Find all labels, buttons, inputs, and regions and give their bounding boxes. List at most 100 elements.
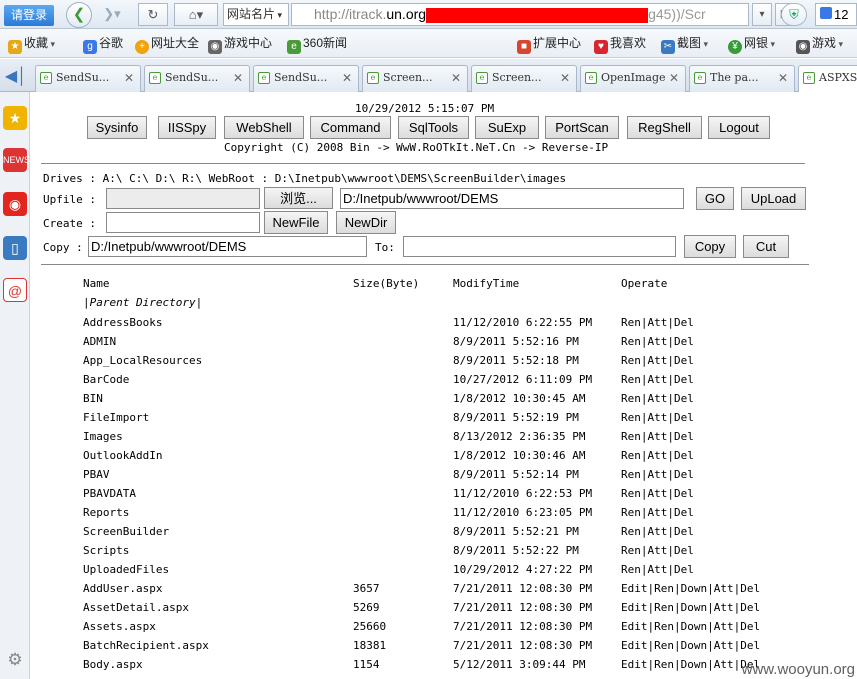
- bookmark-like[interactable]: ♥ 我喜欢: [594, 35, 646, 54]
- bookmark-screenshot[interactable]: ✂ 截图 ▾: [661, 35, 708, 54]
- bookmark-game-center[interactable]: ◉ 游戏中心: [208, 35, 272, 54]
- file-name-link[interactable]: Scripts: [83, 541, 129, 560]
- file-operations[interactable]: Ren|Att|Del: [621, 560, 694, 579]
- file-operations[interactable]: Ren|Att|Del: [621, 522, 694, 541]
- file-name-link[interactable]: Images: [83, 427, 123, 446]
- file-operations[interactable]: Edit|Ren|Down|Att|Del: [621, 617, 760, 636]
- login-button[interactable]: 请登录: [4, 5, 54, 26]
- file-operations[interactable]: Edit|Ren|Down|Att|Del: [621, 598, 760, 617]
- file-operations[interactable]: Ren|Att|Del: [621, 389, 694, 408]
- weibo-icon[interactable]: ◉: [3, 192, 27, 216]
- regshell-button[interactable]: RegShell: [627, 116, 702, 139]
- tab-the-page[interactable]: e The pa... ✕: [689, 65, 795, 92]
- sqltools-button[interactable]: SqlTools: [398, 116, 469, 139]
- back-arrow-icon[interactable]: ❮: [66, 2, 92, 28]
- refresh-icon[interactable]: ↻: [138, 3, 168, 26]
- tab-openimage[interactable]: e OpenImage ✕: [580, 65, 686, 92]
- upload-target-input[interactable]: D:/Inetpub/wwwroot/DEMS: [340, 188, 684, 209]
- file-operations[interactable]: Ren|Att|Del: [621, 427, 694, 446]
- file-operations[interactable]: Ren|Att|Del: [621, 351, 694, 370]
- site-card-dropdown[interactable]: 网站名片 ▾: [223, 3, 289, 26]
- upfile-path-input[interactable]: [106, 188, 260, 209]
- news-icon[interactable]: NEWS: [3, 148, 30, 172]
- tab-screen-1[interactable]: e Screen... ✕: [362, 65, 468, 92]
- file-operations[interactable]: Ren|Att|Del: [621, 484, 694, 503]
- close-icon[interactable]: ✕: [124, 66, 134, 90]
- file-name-link[interactable]: UploadedFiles: [83, 560, 169, 579]
- create-name-input[interactable]: [106, 212, 260, 233]
- file-operations[interactable]: Ren|Att|Del: [621, 408, 694, 427]
- file-name-link[interactable]: BIN: [83, 389, 103, 408]
- file-name-link[interactable]: BatchRecipient.aspx: [83, 636, 209, 655]
- newdir-button[interactable]: NewDir: [336, 211, 396, 234]
- mobile-icon[interactable]: ▯: [3, 236, 27, 260]
- upload-button[interactable]: UpLoad: [741, 187, 806, 210]
- home-icon[interactable]: ⌂▾: [174, 3, 218, 26]
- close-icon[interactable]: ✕: [233, 66, 243, 90]
- tab-sendsu-3[interactable]: e SendSu... ✕: [253, 65, 359, 92]
- file-operations[interactable]: Edit|Ren|Down|Att|Del: [621, 579, 760, 598]
- parent-directory-link[interactable]: |Parent Directory|: [83, 293, 843, 312]
- file-name-link[interactable]: AddressBooks: [83, 313, 162, 332]
- tab-aspxspy[interactable]: e ASPXSp: [798, 65, 857, 93]
- tab-sendsu-2[interactable]: e SendSu... ✕: [144, 65, 250, 92]
- file-name-link[interactable]: AssetDetail.aspx: [83, 598, 189, 617]
- bookmark-extensions[interactable]: ■ 扩展中心: [517, 35, 581, 54]
- favorites-star-icon[interactable]: ★: [3, 106, 27, 130]
- bookmark-favorites[interactable]: ★ 收藏 ▾: [8, 35, 55, 54]
- file-operations[interactable]: Ren|Att|Del: [621, 332, 694, 351]
- file-operations[interactable]: Ren|Att|Del: [621, 465, 694, 484]
- copy-dest-input[interactable]: [403, 236, 676, 257]
- command-button[interactable]: Command: [310, 116, 391, 139]
- bookmark-google[interactable]: g 谷歌: [83, 35, 123, 54]
- close-icon[interactable]: ✕: [669, 66, 679, 90]
- mail-icon[interactable]: @: [3, 278, 27, 302]
- close-icon[interactable]: ✕: [451, 66, 461, 90]
- file-name-link[interactable]: App_LocalResources: [83, 351, 202, 370]
- file-operations[interactable]: Edit|Ren|Down|Att|Del: [621, 655, 760, 674]
- bookmark-sites[interactable]: + 网址大全: [135, 35, 199, 54]
- close-icon[interactable]: ✕: [342, 66, 352, 90]
- portscan-button[interactable]: PortScan: [545, 116, 619, 139]
- browse-button[interactable]: 浏览...: [264, 187, 333, 209]
- copy-button[interactable]: Copy: [684, 235, 736, 258]
- file-operations[interactable]: Ren|Att|Del: [621, 370, 694, 389]
- file-name-link[interactable]: ScreenBuilder: [83, 522, 169, 541]
- file-name-link[interactable]: AddUser.aspx: [83, 579, 162, 598]
- file-name-link[interactable]: Body.aspx: [83, 655, 143, 674]
- forward-arrow-icon[interactable]: ❯▾: [94, 3, 130, 26]
- file-operations[interactable]: Edit|Ren|Down|Att|Del: [621, 636, 760, 655]
- shield-icon[interactable]: ⛨: [781, 3, 807, 26]
- url-dropdown-icon[interactable]: ▾: [752, 3, 772, 26]
- close-icon[interactable]: ✕: [778, 66, 788, 90]
- file-name-link[interactable]: PBAVDATA: [83, 484, 136, 503]
- tab-screen-2[interactable]: e Screen... ✕: [471, 65, 577, 92]
- gear-icon[interactable]: ⚙: [3, 648, 27, 672]
- file-operations[interactable]: Ren|Att|Del: [621, 313, 694, 332]
- webshell-button[interactable]: WebShell: [224, 116, 304, 139]
- close-icon[interactable]: ✕: [560, 66, 570, 90]
- suexp-button[interactable]: SuExp: [475, 116, 539, 139]
- bookmark-360news[interactable]: e 360新闻: [287, 35, 347, 54]
- cut-button[interactable]: Cut: [743, 235, 789, 258]
- bookmark-games[interactable]: ◉ 游戏 ▾: [796, 35, 843, 54]
- file-name-link[interactable]: ADMIN: [83, 332, 116, 351]
- file-operations[interactable]: Ren|Att|Del: [621, 503, 694, 522]
- newfile-button[interactable]: NewFile: [264, 211, 328, 234]
- iisspy-button[interactable]: IISSpy: [158, 116, 216, 139]
- url-input[interactable]: http://itrack.un.org g45))/Scr: [291, 3, 749, 26]
- go-button[interactable]: GO: [696, 187, 734, 210]
- collapse-sidebar-icon[interactable]: ◀│: [4, 67, 28, 87]
- sysinfo-button[interactable]: Sysinfo: [87, 116, 147, 139]
- copy-source-input[interactable]: D:/Inetpub/wwwroot/DEMS: [88, 236, 367, 257]
- logout-button[interactable]: Logout: [708, 116, 770, 139]
- bookmark-bank[interactable]: ¥ 网银 ▾: [728, 35, 775, 54]
- file-operations[interactable]: Ren|Att|Del: [621, 446, 694, 465]
- file-name-link[interactable]: Assets.aspx: [83, 617, 156, 636]
- file-name-link[interactable]: Reports: [83, 503, 129, 522]
- file-name-link[interactable]: OutlookAddIn: [83, 446, 162, 465]
- file-name-link[interactable]: FileImport: [83, 408, 149, 427]
- tab-sendsu-1[interactable]: e SendSu... ✕: [35, 65, 141, 92]
- file-name-link[interactable]: BarCode: [83, 370, 129, 389]
- file-name-link[interactable]: PBAV: [83, 465, 110, 484]
